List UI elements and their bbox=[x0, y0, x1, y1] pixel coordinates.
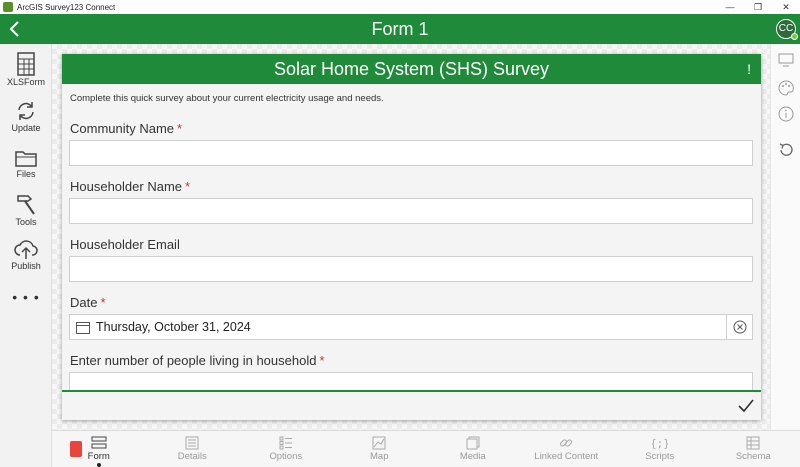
alert-icon[interactable]: ! bbox=[747, 60, 751, 78]
sidebar-item-files[interactable]: Files bbox=[0, 148, 52, 179]
active-tab-indicator bbox=[96, 463, 101, 467]
link-icon bbox=[560, 439, 573, 447]
date-label: Date * bbox=[70, 295, 106, 310]
sidebar-item-label: Publish bbox=[11, 261, 41, 271]
svg-text:{;}: {;} bbox=[652, 437, 668, 450]
online-status-dot bbox=[791, 33, 798, 40]
form-icon bbox=[91, 436, 107, 449]
tab-media[interactable]: Media bbox=[426, 431, 520, 467]
tab-label: Media bbox=[459, 451, 486, 462]
sidebar-item-publish[interactable]: Publish bbox=[0, 238, 52, 271]
tab-form[interactable]: Form bbox=[52, 431, 146, 467]
tab-schema[interactable]: Schema bbox=[707, 431, 800, 467]
tab-scripts[interactable]: {;} Scripts bbox=[613, 431, 707, 467]
tab-label: Details bbox=[177, 451, 207, 462]
tab-label: Linked Content bbox=[534, 451, 599, 462]
tab-map[interactable]: Map bbox=[333, 431, 427, 467]
tab-label: Map bbox=[370, 451, 389, 462]
tab-label: Options bbox=[269, 451, 303, 462]
map-icon bbox=[372, 436, 386, 450]
sidebar-item-update[interactable]: Update bbox=[0, 100, 52, 133]
sidebar-item-label: Update bbox=[11, 123, 41, 133]
window-title-bar: ArcGIS Survey123 Connect — ❐ ✕ bbox=[0, 0, 800, 14]
form-header: Solar Home System (SHS) Survey ! bbox=[62, 54, 761, 84]
sidebar-item-xlsform[interactable]: XLSForm bbox=[0, 52, 52, 87]
reset-icon[interactable] bbox=[778, 142, 794, 158]
date-field[interactable]: Thursday, October 31, 2024 bbox=[69, 314, 753, 340]
info-icon[interactable] bbox=[778, 106, 794, 122]
scripts-braces-icon: {;} bbox=[652, 437, 668, 450]
minimize-button[interactable]: — bbox=[716, 0, 744, 14]
checkmark-submit-icon[interactable] bbox=[737, 397, 755, 415]
maximize-button[interactable]: ❐ bbox=[744, 0, 772, 14]
close-button[interactable]: ✕ bbox=[772, 0, 800, 14]
bottom-tab-bar: Form Details Options Map Media Linked Co… bbox=[52, 430, 800, 467]
householder-name-label: Householder Name * bbox=[70, 179, 191, 194]
tab-linked-content[interactable]: Linked Content bbox=[520, 431, 614, 467]
tab-label: Form bbox=[87, 451, 110, 462]
household-size-label: Enter number of people living in househo… bbox=[70, 353, 325, 368]
tab-label: Schema bbox=[735, 451, 771, 462]
sidebar-item-label: XLSForm bbox=[6, 77, 45, 87]
date-value[interactable]: Thursday, October 31, 2024 bbox=[96, 320, 251, 334]
app-header: Form 1 CC bbox=[0, 14, 800, 44]
calendar-icon[interactable] bbox=[76, 321, 90, 334]
right-toolbar bbox=[770, 44, 800, 430]
schema-table-icon bbox=[746, 436, 760, 450]
spreadsheet-icon bbox=[17, 52, 35, 76]
refresh-icon bbox=[18, 102, 34, 120]
hammer-icon bbox=[17, 195, 35, 215]
sidebar-item-tools[interactable]: Tools bbox=[0, 192, 52, 227]
clear-date-button[interactable] bbox=[726, 315, 752, 339]
media-icon bbox=[466, 436, 480, 450]
options-list-icon bbox=[279, 436, 292, 450]
form-title: Solar Home System (SHS) Survey bbox=[273, 59, 550, 79]
cloud-upload-icon bbox=[14, 240, 38, 259]
survey-form-card: Solar Home System (SHS) Survey ! Complet… bbox=[62, 54, 761, 420]
community-name-label: Community Name * bbox=[70, 121, 183, 136]
page-title: Form 1 bbox=[371, 19, 429, 39]
form-status-badge bbox=[70, 441, 82, 457]
left-sidebar: XLSForm Update Files Tools Publish • • • bbox=[0, 44, 52, 467]
window-title: ArcGIS Survey123 Connect bbox=[17, 2, 116, 12]
householder-email-label: Householder Email bbox=[70, 237, 180, 252]
tab-options[interactable]: Options bbox=[239, 431, 333, 467]
form-footer bbox=[62, 390, 761, 420]
sidebar-item-label: Tools bbox=[15, 217, 37, 227]
householder-name-input[interactable] bbox=[69, 198, 753, 224]
folder-icon bbox=[15, 151, 37, 167]
form-description: Complete this quick survey about your cu… bbox=[70, 93, 384, 104]
more-options-button[interactable]: • • • bbox=[0, 289, 52, 305]
community-name-input[interactable] bbox=[69, 140, 753, 166]
sidebar-item-label: Files bbox=[16, 169, 36, 179]
householder-email-input[interactable] bbox=[69, 256, 753, 282]
details-icon bbox=[185, 436, 199, 450]
monitor-icon[interactable] bbox=[778, 52, 794, 68]
tab-label: Scripts bbox=[645, 451, 675, 462]
palette-icon[interactable] bbox=[778, 80, 794, 96]
survey123-app-icon bbox=[3, 2, 13, 12]
clear-icon bbox=[733, 320, 746, 334]
tab-details[interactable]: Details bbox=[146, 431, 240, 467]
